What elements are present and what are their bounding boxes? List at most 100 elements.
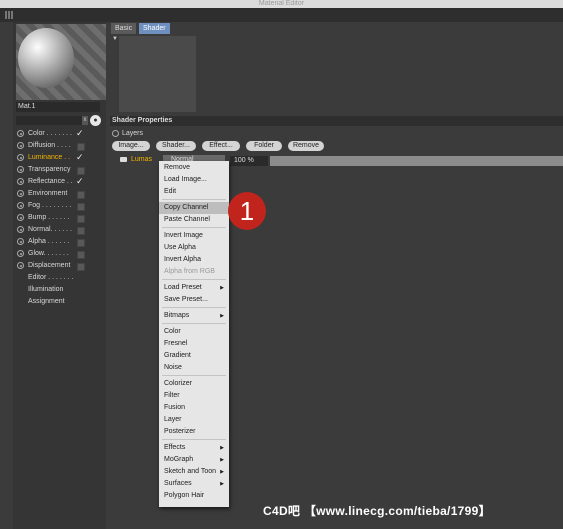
menu-separator [162,323,226,324]
channel-item[interactable]: Luminance . . ✓ [16,152,108,164]
layer-name[interactable]: Lumas [131,155,152,165]
menu-item-label: Surfaces [164,480,192,487]
channel-item[interactable]: Bump . . . . . . [16,212,108,224]
opacity-slider[interactable] [270,156,563,166]
menu-item[interactable]: Invert Alpha [159,254,229,266]
channel-item[interactable]: Fog . . . . . . . . [16,200,108,212]
menu-item[interactable]: Load Preset ▶ [159,282,229,294]
channel-item[interactable]: Normal. . . . . . [16,224,108,236]
submenu-arrow-icon: ▶ [220,285,224,291]
channel-item[interactable]: Environment [16,188,108,200]
channel-radio-icon [17,178,24,185]
checkmark-icon[interactable]: ✓ [76,175,84,187]
channel-radio-icon [17,262,24,269]
menu-item-label: Fresnel [164,340,188,347]
channel-radio-icon [17,250,24,257]
menu-item[interactable]: Use Alpha [159,242,229,254]
channel-item[interactable]: Diffusion . . . . [16,140,108,152]
menu-item[interactable]: Layer [159,414,229,426]
channel-checkbox[interactable] [77,263,85,271]
menu-item[interactable]: Copy Channel [159,202,229,214]
channel-item[interactable]: Displacement [16,260,108,272]
channel-checkbox[interactable] [77,227,85,235]
submenu-arrow-icon: ▶ [220,481,224,487]
channel-label: Color . . . . . . . [28,130,72,137]
menu-item[interactable]: Color [159,326,229,338]
channel-item[interactable]: Reflectance . . ✓ [16,176,108,188]
channel-checkbox[interactable] [77,239,85,247]
channel-checkbox[interactable] [77,203,85,211]
menu-item[interactable]: Save Preset... [159,294,229,306]
menu-item: Alpha from RGB [159,266,229,278]
menu-item[interactable]: Effects ▶ [159,442,229,454]
channel-checkbox[interactable] [77,191,85,199]
submenu-arrow-icon: ▶ [220,445,224,451]
menu-item[interactable]: Fusion [159,402,229,414]
menu-item-label: Edit [164,188,177,195]
channel-checkbox[interactable] [77,143,85,151]
menu-item[interactable]: Surfaces ▶ [159,478,229,490]
sub-item[interactable]: Editor . . . . . . . [28,272,74,284]
menu-item[interactable]: Bitmaps ▶ [159,310,229,322]
section-title: Shader Properties [110,116,563,126]
menu-item-label: Remove [164,164,191,171]
menu-item[interactable]: Gradient [159,350,229,362]
menu-item[interactable]: Edit [159,186,229,198]
channel-item[interactable]: Alpha . . . . . . [16,236,108,248]
menu-item[interactable]: MoGraph ▶ [159,454,229,466]
menu-item-label: Use Alpha [164,244,196,251]
remove-button[interactable]: Remove [288,141,324,151]
layer-visibility-icon[interactable] [120,157,127,162]
channel-radio-icon [17,154,24,161]
menu-item[interactable]: Polygon Hair [159,490,229,502]
channel-label: Luminance . . [28,154,71,161]
checkmark-icon[interactable]: ✓ [76,151,84,163]
menu-item-label: Sketch and Toon [164,468,217,475]
filter-clear-button[interactable]: x [82,116,88,125]
menu-item-label: Copy Channel [164,204,209,211]
layers-radio[interactable]: Layers [112,129,143,139]
shader-button[interactable]: Shader... [156,141,196,151]
effect-button[interactable]: Effect... [202,141,240,151]
submenu-arrow-icon: ▶ [220,457,224,463]
menu-separator [162,375,226,376]
menu-item[interactable]: Posterizer [159,426,229,438]
submenu-arrow-icon: ▶ [220,469,224,475]
window-titlebar: Material Editor [0,0,563,8]
channel-filter-input[interactable] [16,116,88,125]
menu-item[interactable]: Load Image... [159,174,229,186]
menu-item-label: Colorizer [164,380,193,387]
channel-item[interactable]: Transparency [16,164,108,176]
sub-item[interactable]: Assignment [28,296,65,308]
channel-checkbox[interactable] [77,167,85,175]
channel-item[interactable]: Glow. . . . . . . [16,248,108,260]
grid-menu-icon[interactable] [5,11,13,19]
menu-item[interactable]: Colorizer [159,378,229,390]
tab-shader[interactable]: Shader [139,23,170,34]
channel-label: Glow. . . . . . . [28,250,69,257]
menu-item[interactable]: Invert Image [159,230,229,242]
menu-item[interactable]: Filter [159,390,229,402]
channel-checkbox[interactable] [77,251,85,259]
editor-toolbar [0,8,563,22]
menu-item[interactable]: Remove [159,162,229,174]
channel-checkbox[interactable] [77,215,85,223]
menu-item[interactable]: Fresnel [159,338,229,350]
checkmark-icon[interactable]: ✓ [76,127,84,139]
menu-item-label: Color [164,328,181,335]
menu-item[interactable]: Paste Channel [159,214,229,226]
tab-basic[interactable]: Basic [111,23,137,34]
menu-item-label: Alpha from RGB [164,268,215,275]
image-button[interactable]: Image... [112,141,150,151]
layers-label: Layers [122,130,144,137]
sub-item[interactable]: Illumination [28,284,63,296]
menu-item[interactable]: Sketch and Toon ▶ [159,466,229,478]
step-badge: 1 [228,192,266,230]
opacity-field[interactable]: 100 % [230,156,268,166]
folder-button[interactable]: Folder [246,141,282,151]
collapse-triangle-icon[interactable]: ▼ [112,36,118,42]
material-name-field[interactable]: Mat.1 [16,102,100,112]
filter-options-icon[interactable]: ● [90,115,101,126]
channel-item[interactable]: Color . . . . . . . ✓ [16,128,108,140]
menu-item[interactable]: Noise [159,362,229,374]
